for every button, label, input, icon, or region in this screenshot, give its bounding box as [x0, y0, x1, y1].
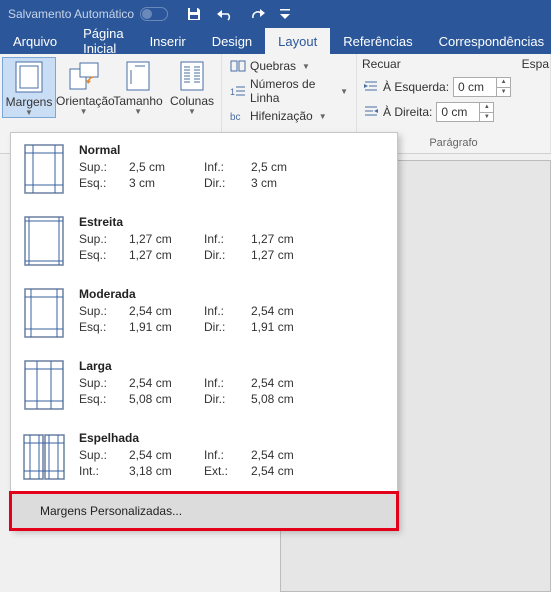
columns-icon — [165, 59, 219, 93]
tab-correspondencias[interactable]: Correspondências — [426, 28, 551, 54]
tab-design[interactable]: Design — [199, 28, 265, 54]
columns-button[interactable]: Colunas ▼ — [165, 57, 219, 116]
margins-icon — [3, 60, 55, 94]
margins-option-normal[interactable]: Normal Sup.:2,5 cmInf.:2,5 cm Esq.:3 cmD… — [11, 133, 397, 205]
chevron-down-icon: ▼ — [319, 112, 327, 121]
page-icon — [23, 215, 65, 267]
margins-button[interactable]: Margens ▼ — [2, 57, 56, 118]
spin-down-icon[interactable]: ▼ — [497, 88, 510, 97]
indent-left-icon — [363, 79, 379, 96]
autosave-toggle[interactable] — [140, 7, 168, 21]
title-bar: Salvamento Automático — [0, 0, 551, 28]
svg-text:1: 1 — [230, 87, 235, 97]
size-button[interactable]: Tamanho ▼ — [111, 57, 165, 116]
tab-referencias[interactable]: Referências — [330, 28, 425, 54]
spacing-heading: Espa — [522, 57, 549, 71]
tab-layout[interactable]: Layout — [265, 28, 330, 54]
chevron-down-icon: ▼ — [302, 62, 310, 71]
toggle-dot — [142, 9, 152, 19]
chevron-down-icon: ▼ — [165, 107, 219, 116]
indent-right-icon — [363, 104, 379, 121]
redo-icon[interactable] — [250, 7, 266, 21]
save-icon[interactable] — [186, 6, 202, 22]
margins-dropdown: Normal Sup.:2,5 cmInf.:2,5 cm Esq.:3 cmD… — [10, 132, 398, 530]
spin-down-icon[interactable]: ▼ — [480, 113, 493, 122]
margins-option-estreita[interactable]: Estreita Sup.:1,27 cmInf.:1,27 cm Esq.:1… — [11, 205, 397, 277]
spin-up-icon[interactable]: ▲ — [497, 78, 510, 88]
margins-option-larga[interactable]: Larga Sup.:2,54 cmInf.:2,54 cm Esq.:5,08… — [11, 349, 397, 421]
indent-left-input[interactable]: 0 cm ▲▼ — [453, 77, 511, 97]
tab-inserir[interactable]: Inserir — [137, 28, 199, 54]
tab-pagina-inicial[interactable]: Página Inicial — [70, 28, 136, 54]
chevron-down-icon: ▼ — [111, 107, 165, 116]
indent-right-label: À Direita: — [383, 105, 432, 119]
qat-more-icon[interactable] — [280, 8, 290, 20]
autosave-label: Salvamento Automático — [8, 7, 134, 21]
chevron-down-icon: ▼ — [3, 108, 55, 117]
orientation-icon — [56, 59, 111, 93]
hyphenation-button[interactable]: bc Hifenização▼ — [230, 109, 348, 123]
ribbon-tabs: Arquivo Página Inicial Inserir Design La… — [0, 28, 551, 54]
margins-option-moderada[interactable]: Moderada Sup.:2,54 cmInf.:2,54 cm Esq.:1… — [11, 277, 397, 349]
page-icon — [23, 143, 65, 195]
breaks-button[interactable]: Quebras▼ — [230, 59, 348, 73]
undo-icon[interactable] — [216, 7, 236, 21]
page-mirror-icon — [23, 431, 65, 483]
custom-margins-button[interactable]: Margens Personalizadas... — [12, 494, 396, 528]
line-numbers-button[interactable]: 1 Números de Linha▼ — [230, 77, 348, 105]
margins-option-espelhada[interactable]: Espelhada Sup.:2,54 cmInf.:2,54 cm Int.:… — [11, 421, 397, 493]
indent-right-input[interactable]: 0 cm ▲▼ — [436, 102, 494, 122]
indent-heading: Recuar — [362, 57, 401, 71]
spin-up-icon[interactable]: ▲ — [480, 103, 493, 113]
tab-arquivo[interactable]: Arquivo — [0, 28, 70, 54]
svg-text:bc: bc — [230, 112, 241, 123]
chevron-down-icon: ▼ — [340, 87, 348, 96]
orientation-button[interactable]: Orientação ▼ — [56, 57, 111, 116]
page-icon — [23, 359, 65, 411]
chevron-down-icon: ▼ — [56, 107, 111, 116]
page-icon — [23, 287, 65, 339]
indent-left-label: À Esquerda: — [383, 80, 449, 94]
size-icon — [111, 59, 165, 93]
